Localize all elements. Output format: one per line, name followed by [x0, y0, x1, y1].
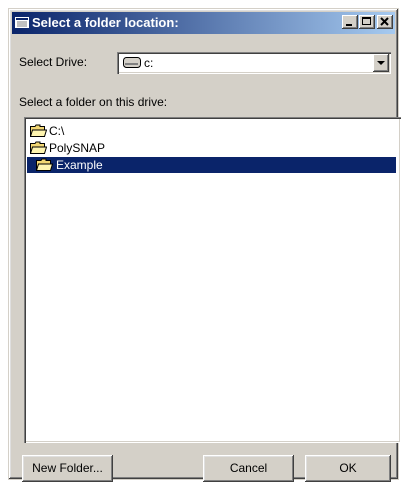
folder-window-icon [15, 17, 29, 28]
drive-select[interactable]: c: [117, 52, 391, 74]
tree-item-example[interactable]: Example [27, 157, 396, 173]
chevron-down-icon [377, 61, 385, 65]
tree-item-root[interactable]: C:\ [30, 123, 90, 139]
select-drive-label: Select Drive: [19, 55, 88, 69]
window-title: Select a folder location: [32, 15, 179, 30]
dialog-window: Select a folder location: Select Drive: … [8, 8, 401, 482]
tree-item-label: Example [56, 158, 103, 172]
minimize-button[interactable] [342, 15, 358, 29]
drive-dropdown-button[interactable] [373, 54, 389, 72]
maximize-button[interactable] [359, 15, 375, 29]
title-bar[interactable]: Select a folder location: [12, 12, 395, 34]
ok-button[interactable]: OK [305, 455, 391, 482]
tree-item-label: PolySNAP [49, 141, 106, 155]
minimize-icon [346, 24, 352, 26]
folder-section-label: Select a folder on this drive: [19, 95, 168, 109]
cancel-button[interactable]: Cancel [203, 455, 294, 482]
folder-tree[interactable]: C:\ PolySNAP Example [24, 117, 401, 443]
close-icon [380, 17, 389, 26]
tree-item-polysnap[interactable]: PolySNAP [30, 140, 130, 156]
open-folder-icon [30, 124, 47, 137]
drive-icon [123, 57, 141, 68]
open-folder-icon [36, 158, 53, 171]
open-folder-icon [30, 141, 47, 154]
new-folder-button[interactable]: New Folder... [22, 455, 113, 482]
maximize-icon [362, 17, 371, 25]
drive-selected-value: c: [144, 56, 154, 70]
tree-item-label: C:\ [49, 124, 65, 138]
close-button[interactable] [377, 15, 393, 29]
